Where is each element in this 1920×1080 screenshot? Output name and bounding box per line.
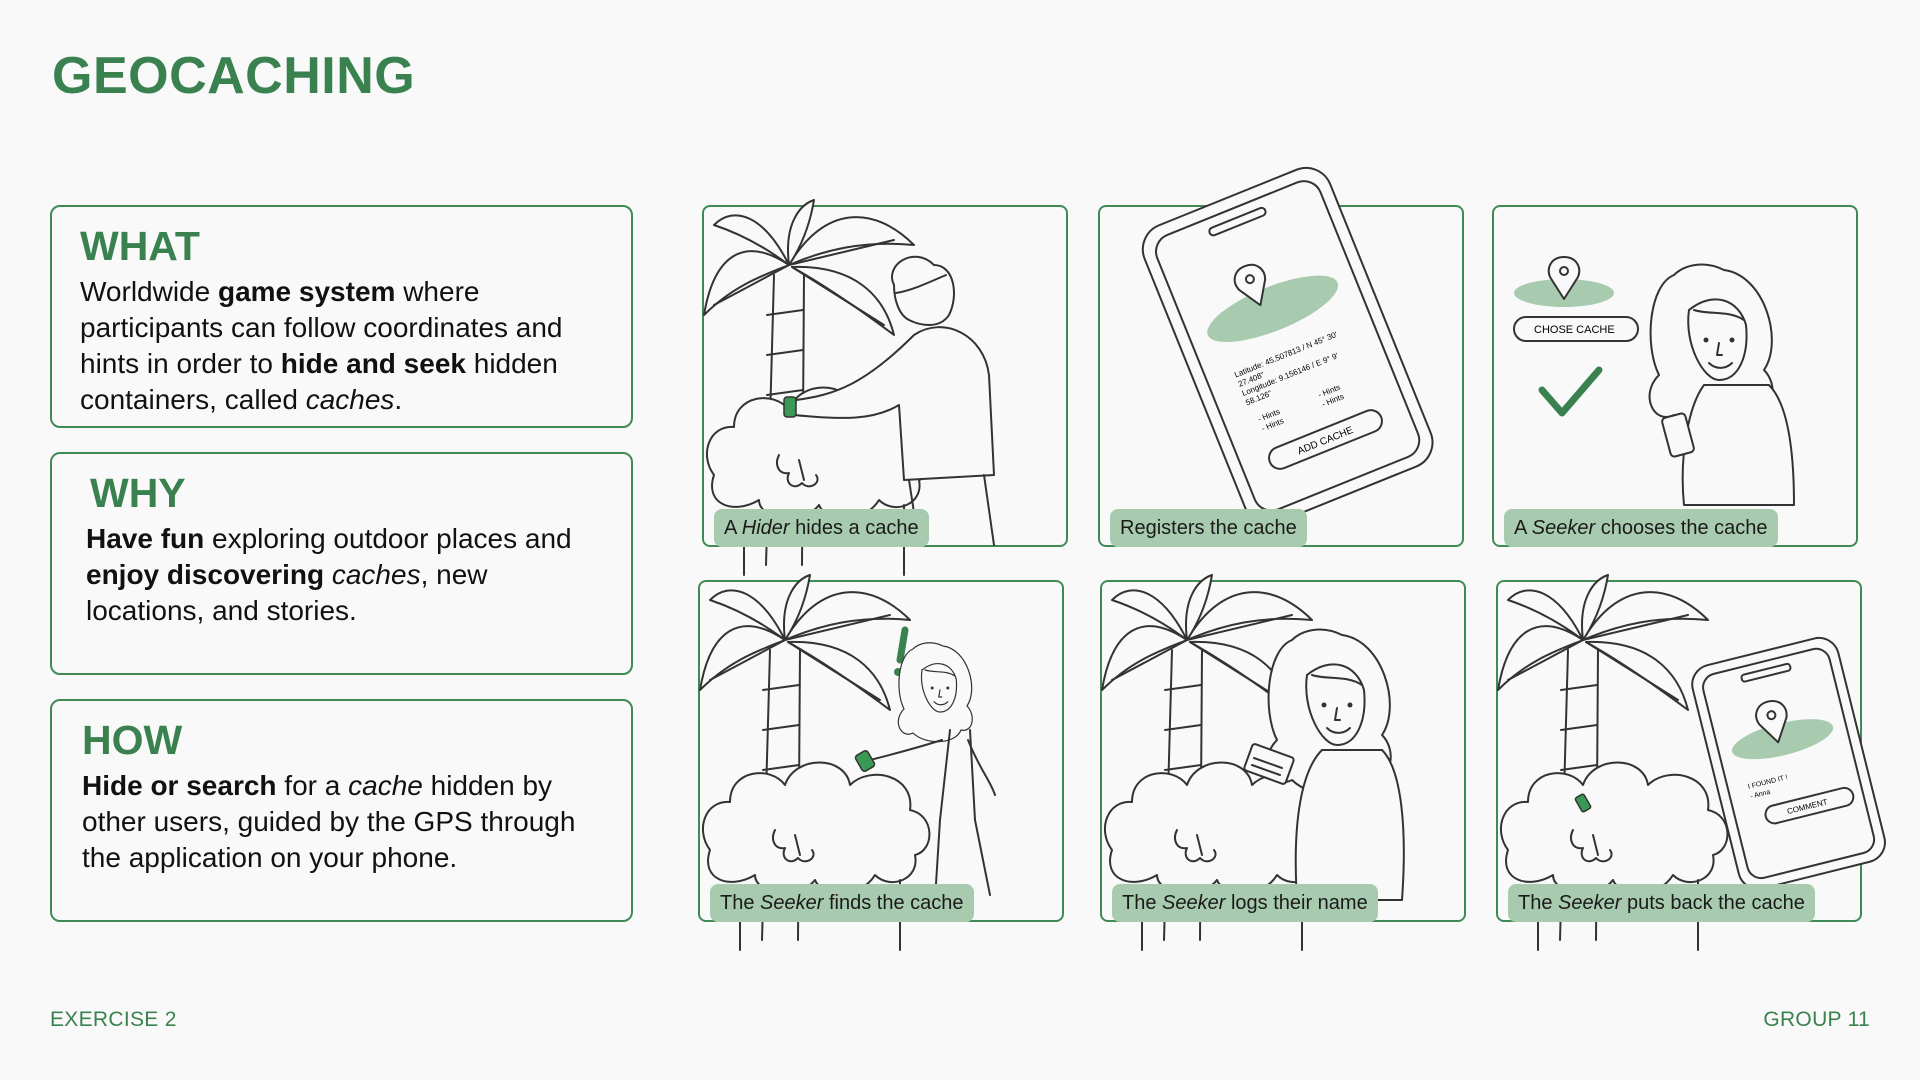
- footer-exercise: EXERCISE 2: [50, 1008, 177, 1031]
- seeker-finds-illustration-icon: [699, 574, 996, 951]
- why-card: WHY Have fun exploring outdoor places an…: [50, 452, 633, 675]
- footer-group: GROUP 11: [1763, 1008, 1870, 1031]
- seeker-puts-back-illustration-icon: I FOUND IT ! - Anna COMMENT: [1497, 574, 1886, 951]
- how-text: Hide or search for a cache hidden by oth…: [82, 770, 576, 873]
- panel-caption: A Hider hides a cache: [714, 509, 929, 547]
- phone-register-illustration-icon: Latitude: 45.507813 / N 45° 30' 27.408" …: [1141, 166, 1434, 525]
- panel-caption: A Seeker chooses the cache: [1504, 509, 1778, 547]
- why-heading: WHY: [90, 470, 186, 516]
- what-card: WHAT Worldwide game system where partici…: [50, 205, 633, 428]
- what-heading: WHAT: [80, 223, 200, 269]
- panel-seeker-logs-name: The Seeker logs their name: [1100, 574, 1466, 951]
- why-text: Have fun exploring outdoor places and en…: [86, 523, 572, 626]
- how-heading: HOW: [82, 717, 183, 763]
- panel-caption: The Seeker puts back the cache: [1508, 884, 1815, 922]
- seeker-choose-illustration-icon: CHOSE CACHE: [1513, 256, 1795, 506]
- panel-hider-hides-cache: A Hider hides a cache: [702, 199, 1068, 576]
- panel-caption: Registers the cache: [1110, 509, 1307, 547]
- panel-registers-cache: Latitude: 45.507813 / N 45° 30' 27.408" …: [1098, 166, 1464, 547]
- seeker-logs-illustration-icon: [1101, 574, 1405, 951]
- page-title: GEOCACHING: [52, 47, 416, 105]
- how-card: HOW Hide or search for a cache hidden by…: [50, 699, 633, 922]
- panel-caption: The Seeker finds the cache: [710, 884, 974, 922]
- hider-illustration-icon: [703, 199, 995, 576]
- panel-seeker-finds-cache: The Seeker finds the cache: [698, 574, 1064, 951]
- panel-caption: The Seeker logs their name: [1112, 884, 1378, 922]
- what-text: Worldwide game system where participants…: [80, 276, 563, 415]
- svg-text:CHOSE CACHE: CHOSE CACHE: [1534, 324, 1615, 336]
- panel-seeker-puts-back-cache: I FOUND IT ! - Anna COMMENT The Seeker p…: [1496, 574, 1886, 951]
- panel-seeker-chooses-cache: CHOSE CACHE A Seeker chooses the cache: [1492, 205, 1858, 547]
